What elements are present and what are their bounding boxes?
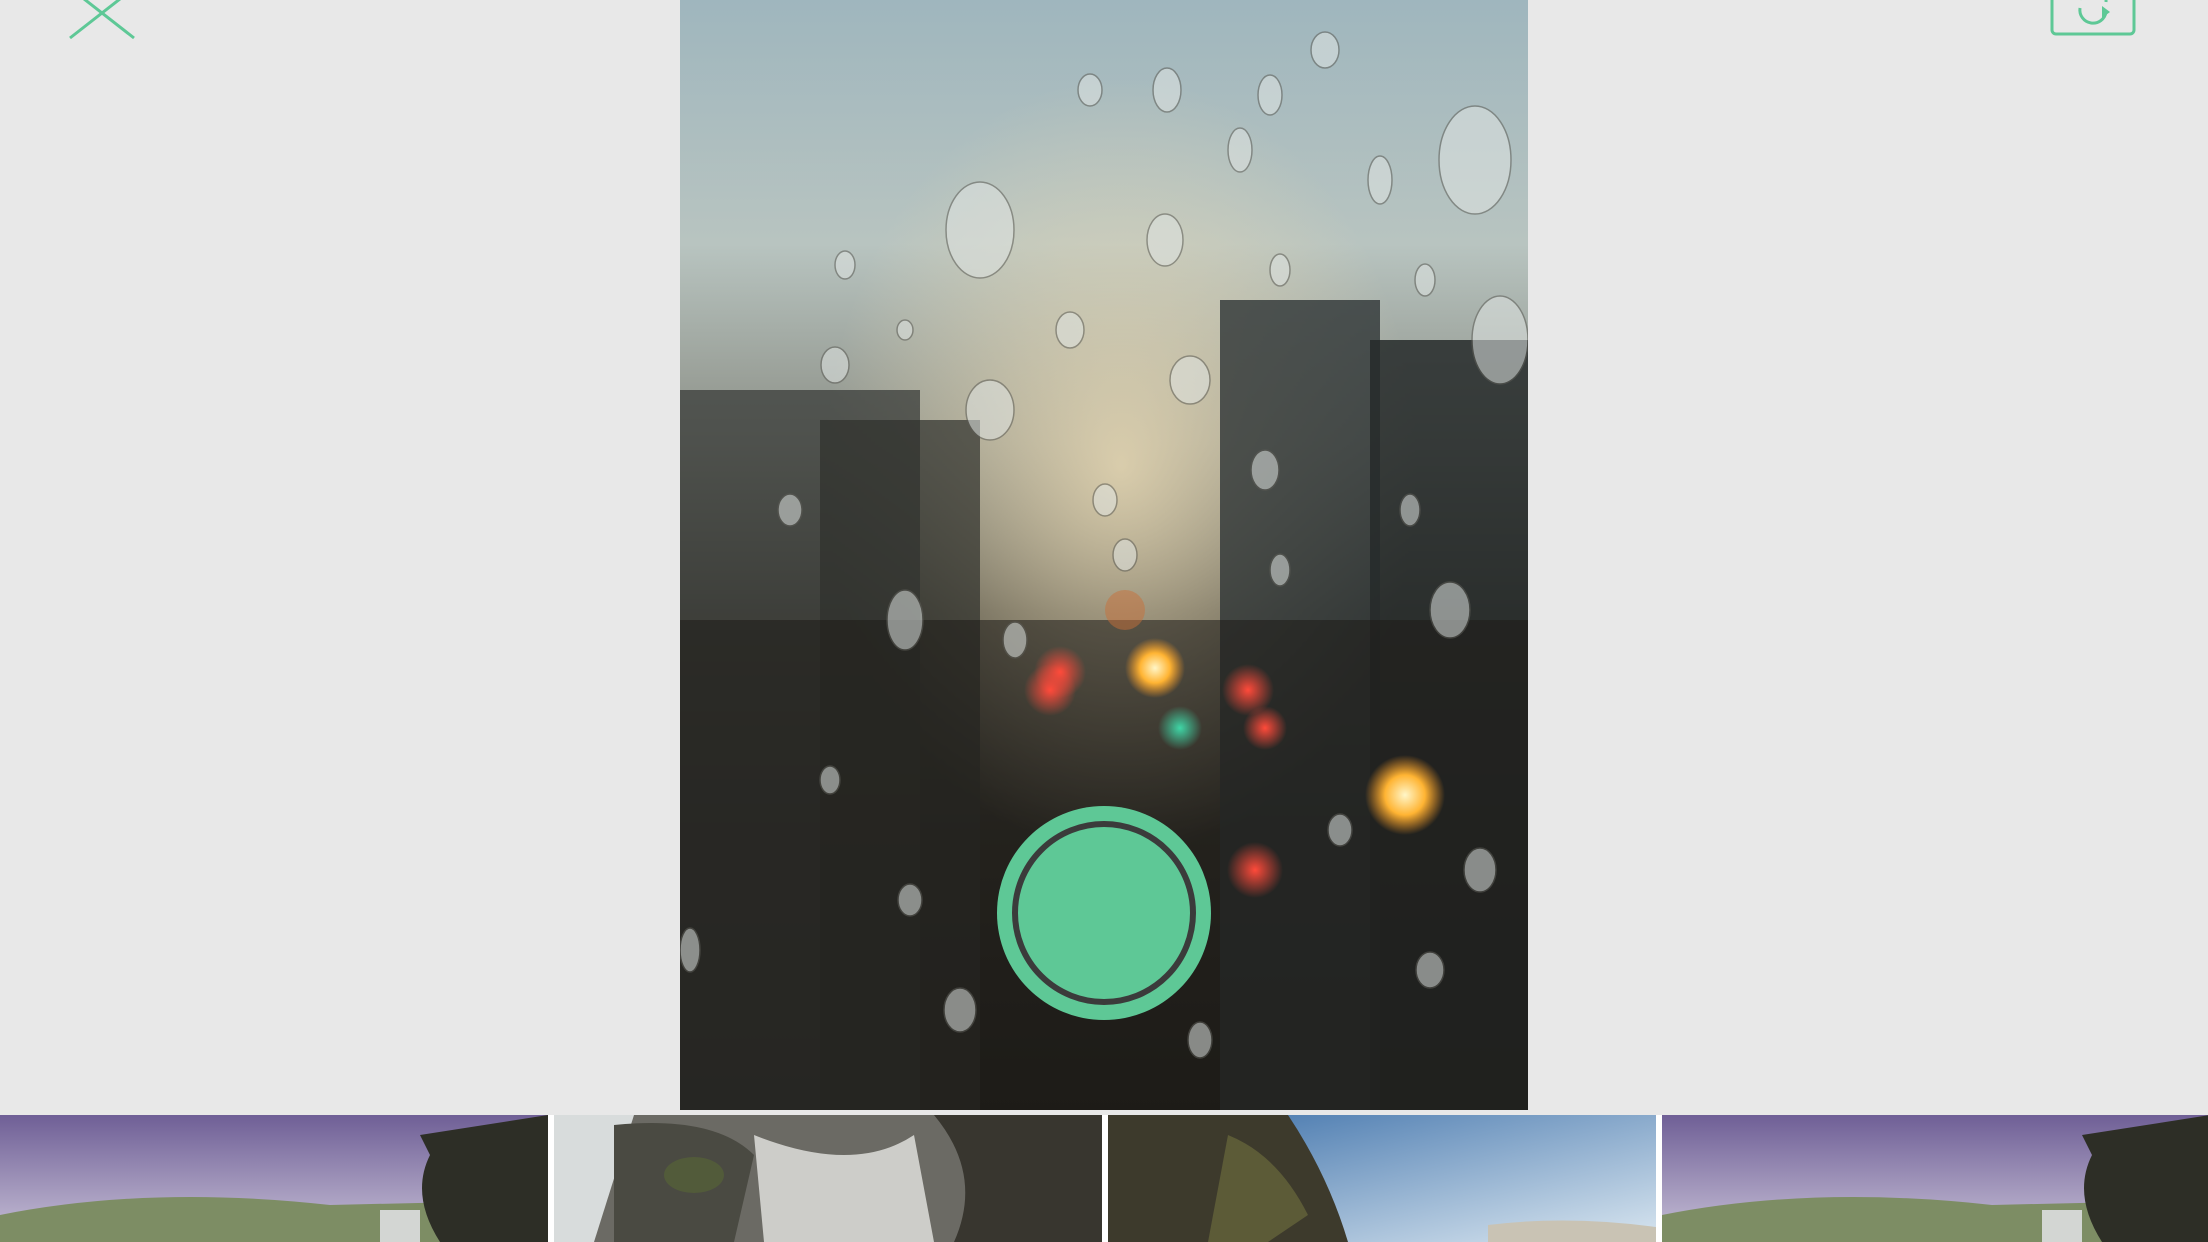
shutter-button[interactable] [997, 806, 1211, 1020]
close-button[interactable] [68, 0, 138, 40]
thumbnail-cliff-image [1108, 1115, 1656, 1242]
thumbnail-waterfall-image [1662, 1115, 2208, 1242]
camera-flip-icon [2050, 0, 2136, 36]
close-icon [69, 0, 135, 40]
shutter-ring [1012, 821, 1196, 1005]
thumbnail-item[interactable] [1662, 1115, 2208, 1242]
camera-flip-button[interactable] [2050, 0, 2136, 36]
thumbnail-item[interactable] [0, 1115, 548, 1242]
thumbnail-rocks-image [554, 1115, 1102, 1242]
thumbnail-item[interactable] [1108, 1115, 1656, 1242]
thumbnail-strip[interactable] [0, 1115, 2208, 1242]
thumbnail-item[interactable] [554, 1115, 1102, 1242]
thumbnail-waterfall-image [0, 1115, 548, 1242]
